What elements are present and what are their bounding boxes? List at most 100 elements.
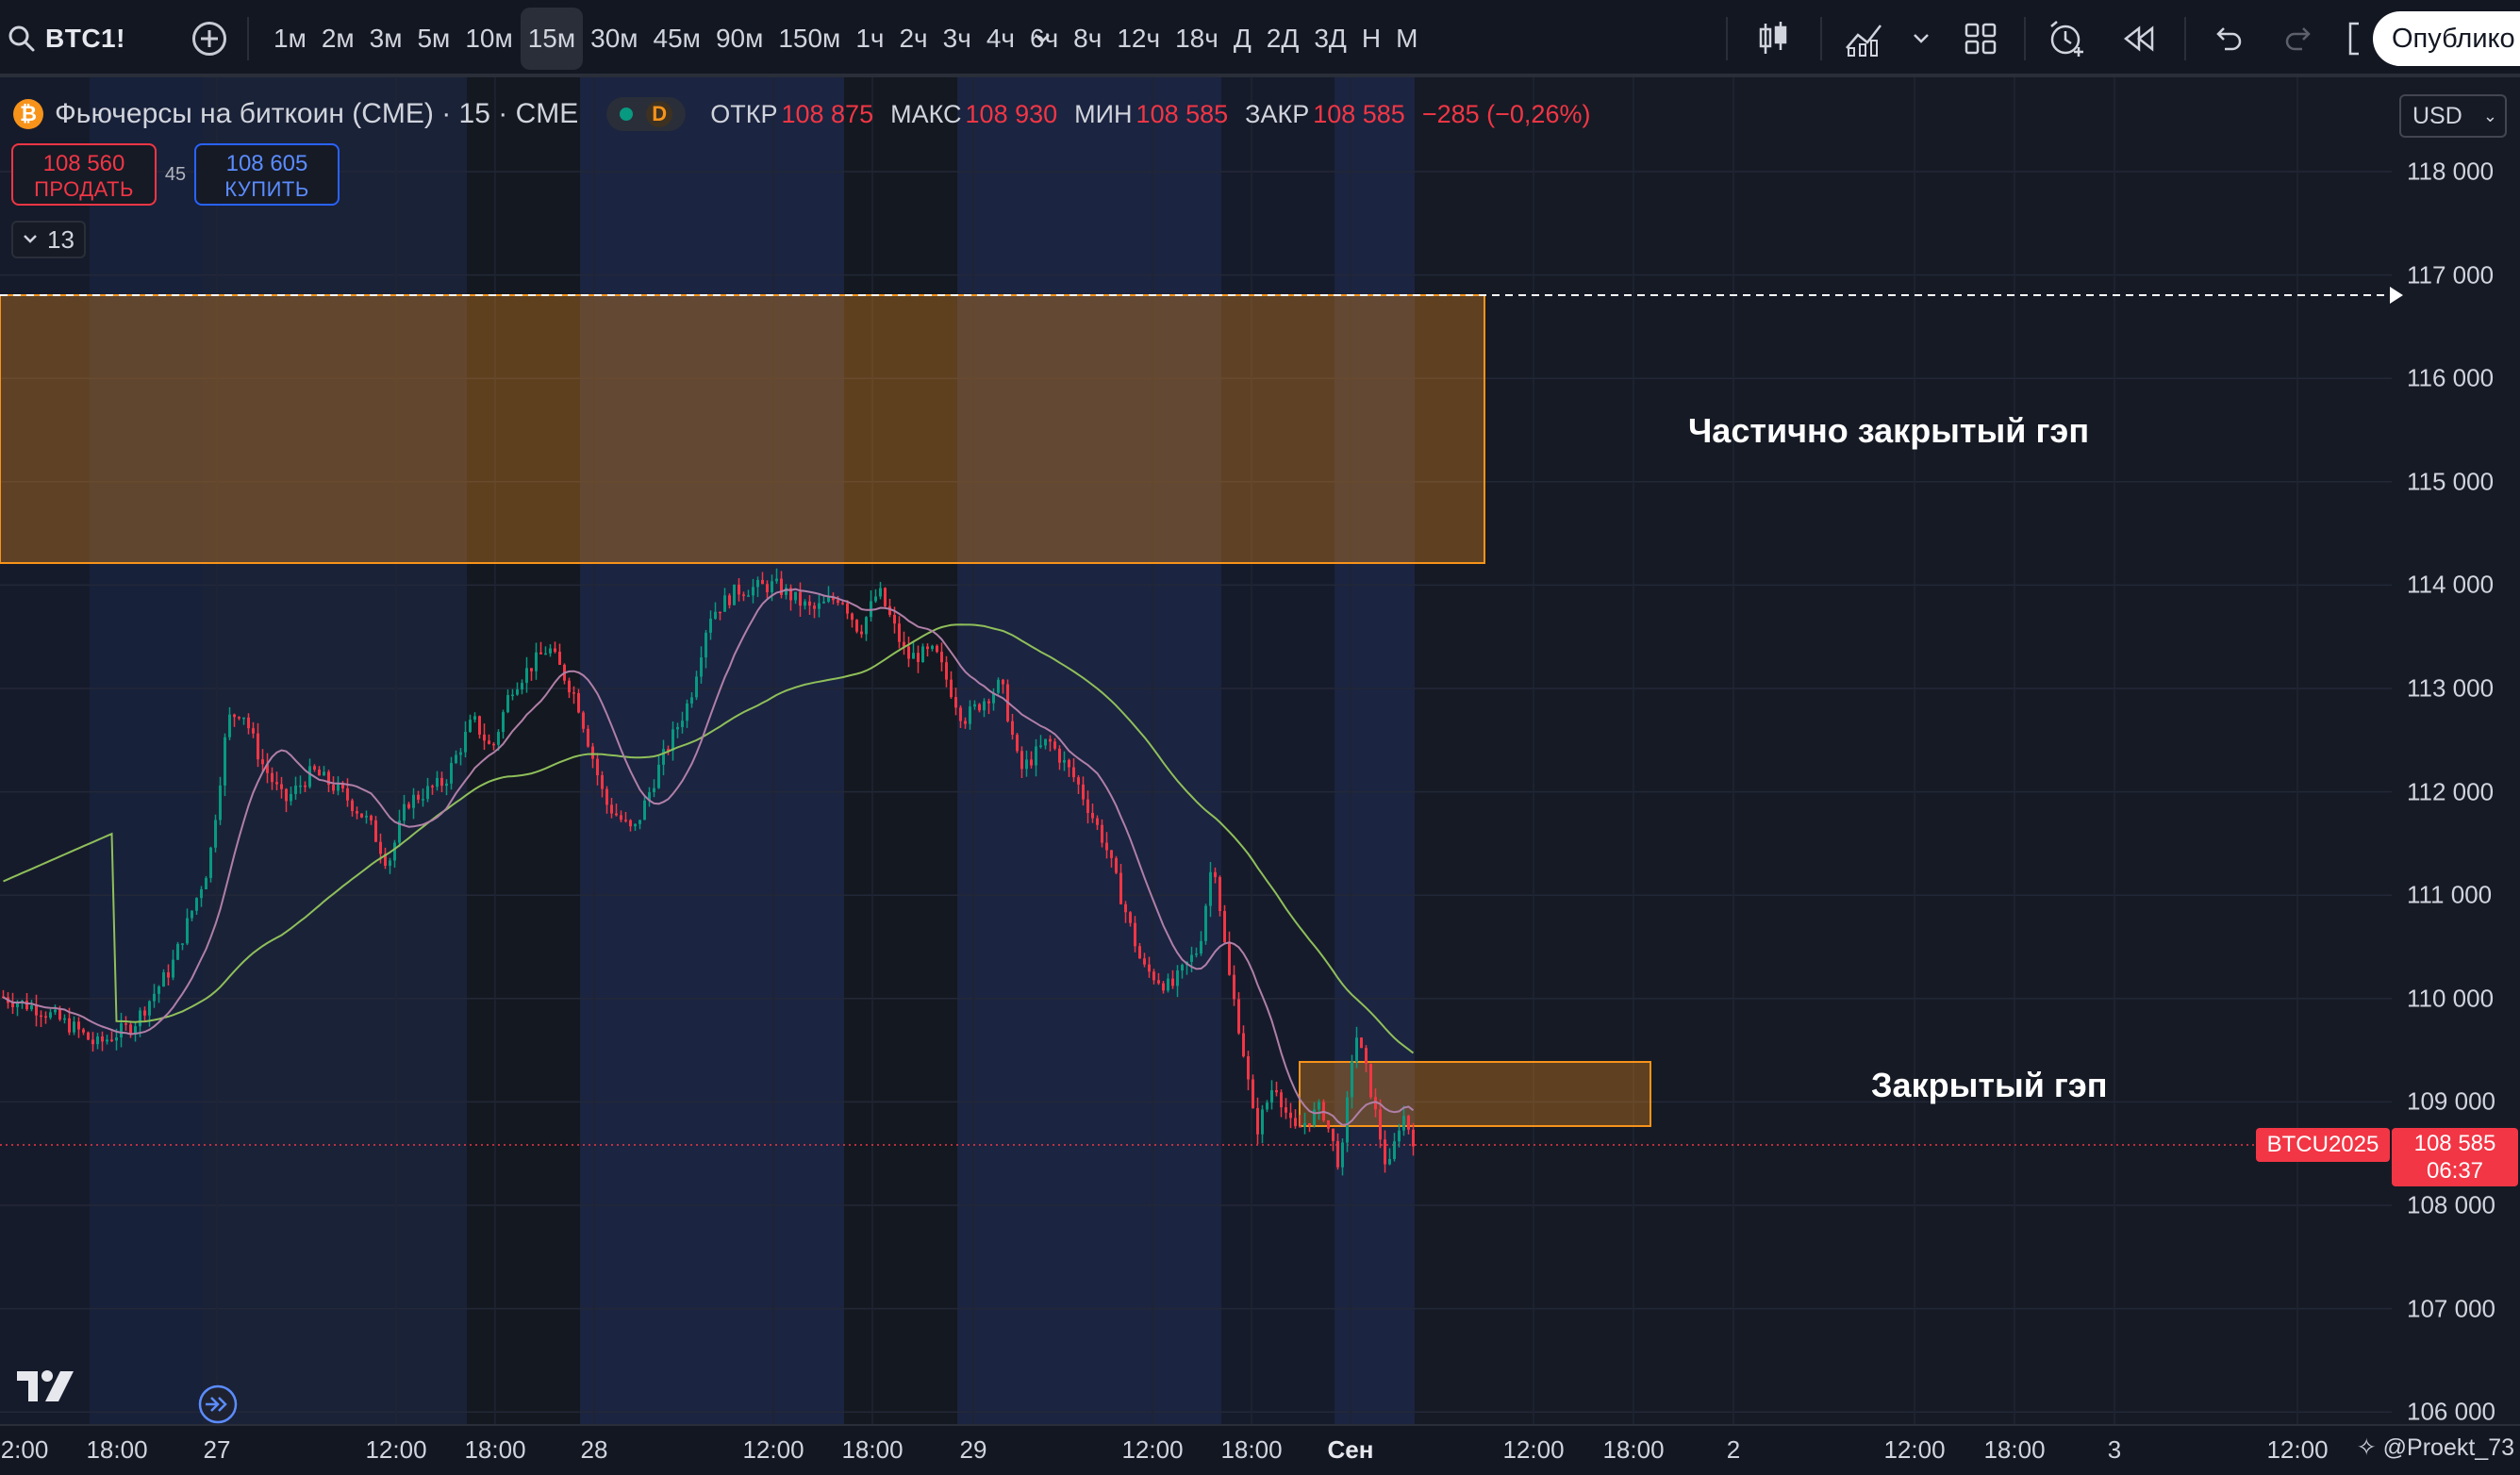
interval-10[interactable]: 1ч	[848, 8, 891, 70]
time-axis[interactable]: 2:00 18:00 27 12:00 18:00 28 12:00 18:00 29 12:00…	[0, 1424, 2520, 1475]
time-axis-label: 2	[1726, 1435, 1741, 1464]
interval-11[interactable]: 2ч	[891, 8, 935, 70]
market-status[interactable]: D	[606, 97, 687, 131]
candle-body	[313, 766, 316, 771]
chart-type-button[interactable]	[1754, 0, 1792, 77]
low-label: МИН	[1074, 99, 1133, 128]
publish-button[interactable]: Опублико	[2373, 11, 2520, 66]
chart-pane[interactable]	[0, 77, 2520, 1434]
candle-body	[601, 775, 604, 789]
candle-body	[1049, 738, 1052, 742]
interval-19[interactable]: 2Д	[1259, 8, 1307, 70]
candle-body	[950, 679, 953, 698]
annotation-partial-gap[interactable]: Частично закрытый гэп	[1688, 411, 2089, 451]
candle-body	[96, 1036, 99, 1045]
candle-body	[1101, 824, 1103, 843]
interval-1[interactable]: 2м	[314, 8, 362, 70]
interval-21[interactable]: Н	[1354, 8, 1388, 70]
buy-button[interactable]: 108 605 КУПИТЬ	[194, 143, 340, 206]
high-value: 108 930	[965, 99, 1058, 128]
interval-4[interactable]: 10м	[457, 8, 520, 70]
candle-body	[818, 603, 821, 609]
interval-20[interactable]: 3Д	[1306, 8, 1354, 70]
alert-button[interactable]	[2047, 0, 2088, 77]
replay-button[interactable]	[2118, 0, 2160, 77]
currency-select[interactable]: USD ⌄	[2399, 94, 2507, 138]
candle-body	[610, 804, 613, 814]
price-chart[interactable]	[0, 77, 2520, 1434]
candle-body	[1195, 953, 1198, 955]
interval-13[interactable]: 4ч	[979, 8, 1022, 70]
indicators-button[interactable]	[1843, 0, 1884, 77]
candle-body	[638, 820, 641, 824]
compare-symbol-button[interactable]	[192, 0, 226, 77]
interval-9[interactable]: 150м	[771, 8, 848, 70]
interval-6[interactable]: 30м	[583, 8, 645, 70]
candle-body	[1002, 679, 1004, 685]
candle-body	[1124, 903, 1127, 913]
candle-body	[1058, 748, 1061, 763]
candle-body	[634, 823, 637, 827]
interval-22[interactable]: М	[1388, 8, 1425, 70]
candle-body	[577, 692, 580, 713]
undo-button[interactable]	[2209, 0, 2246, 77]
interval-7[interactable]: 45м	[646, 8, 708, 70]
interval-2[interactable]: 3м	[362, 8, 410, 70]
indicators-icon	[1846, 25, 1882, 57]
tradingview-logo-icon[interactable]	[17, 1369, 77, 1403]
interval-8[interactable]: 90м	[708, 8, 771, 70]
candle-body	[808, 601, 811, 606]
price-axis-label: 112 000	[2407, 777, 2495, 806]
interval-15[interactable]: 8ч	[1066, 8, 1109, 70]
candle-body	[1115, 857, 1118, 873]
annotation-closed-gap[interactable]: Закрытый гэп	[1871, 1066, 2107, 1105]
candle-body	[1020, 751, 1023, 770]
time-axis-label: 12:00	[1121, 1435, 1184, 1464]
chevron-down-icon	[1035, 34, 1050, 43]
candle-body	[521, 683, 523, 690]
candle-body	[671, 729, 674, 752]
interval-0[interactable]: 1м	[266, 8, 314, 70]
candle-body	[917, 653, 920, 663]
symbol-search[interactable]: BTC1!	[8, 0, 125, 77]
sell-button[interactable]: 108 560 ПРОДАТЬ	[11, 143, 157, 206]
candle-body	[954, 697, 957, 708]
interval-16[interactable]: 12ч	[1109, 8, 1168, 70]
last-price-value: 108 585	[2413, 1131, 2496, 1156]
interval-3[interactable]: 5м	[409, 8, 457, 70]
candle-body	[888, 605, 891, 615]
candle-body	[676, 726, 679, 730]
candle-body	[1105, 842, 1108, 851]
interval-5[interactable]: 15м	[520, 8, 584, 70]
fullscreen-button[interactable]	[2345, 0, 2363, 77]
candle-body	[1275, 1090, 1278, 1093]
interval-18[interactable]: Д	[1226, 8, 1259, 70]
candle-body	[63, 1018, 66, 1020]
candle-body	[738, 584, 740, 595]
interval-12[interactable]: 3ч	[936, 8, 979, 70]
candle-body	[242, 717, 245, 720]
price-axis-label: 107 000	[2407, 1294, 2495, 1323]
interval-17[interactable]: 18ч	[1168, 8, 1226, 70]
candle-body	[549, 648, 552, 654]
candle-body	[238, 717, 240, 719]
indicators-collapse-button[interactable]: 13	[11, 221, 86, 258]
layouts-button[interactable]	[1962, 0, 1999, 77]
time-axis-label: Сен	[1327, 1435, 1374, 1464]
candle-body	[761, 579, 764, 585]
candle-body	[299, 785, 302, 787]
candle-body	[1360, 1037, 1363, 1049]
candle-body	[879, 588, 882, 597]
candle-body	[257, 733, 259, 760]
open-label: ОТКР	[710, 99, 778, 128]
scroll-to-realtime-button[interactable]	[196, 1383, 240, 1426]
indicators-dropdown-button[interactable]	[1907, 0, 1935, 77]
redo-button[interactable]	[2280, 0, 2318, 77]
candle-body	[709, 619, 712, 633]
buy-label: КУПИТЬ	[224, 177, 309, 201]
symbol-name: BTC1!	[45, 24, 125, 53]
instrument-title[interactable]: Фьючерсы на биткоин (CME) · 15 · CME	[55, 98, 578, 130]
interval-dropdown-button[interactable]	[1028, 0, 1056, 77]
candle-body	[1157, 980, 1160, 984]
candle-body	[1266, 1102, 1268, 1110]
